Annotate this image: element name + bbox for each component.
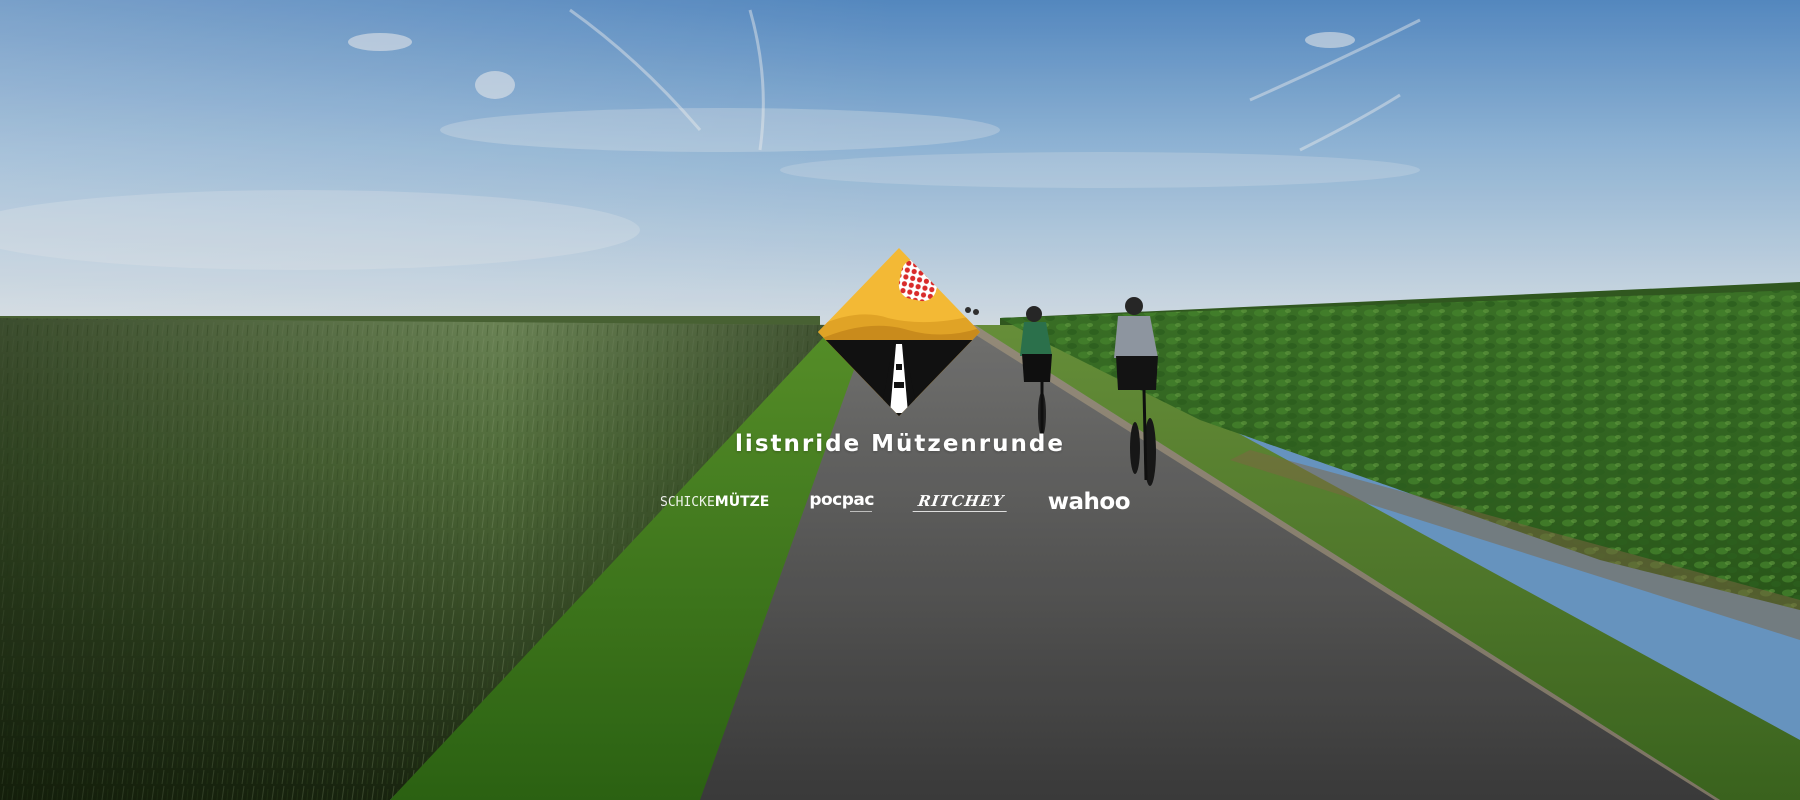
hero-background-photo	[0, 0, 1800, 800]
hero-banner: listnride Mützenrunde SCHICKEMÜTZE pocpa…	[0, 0, 1800, 800]
